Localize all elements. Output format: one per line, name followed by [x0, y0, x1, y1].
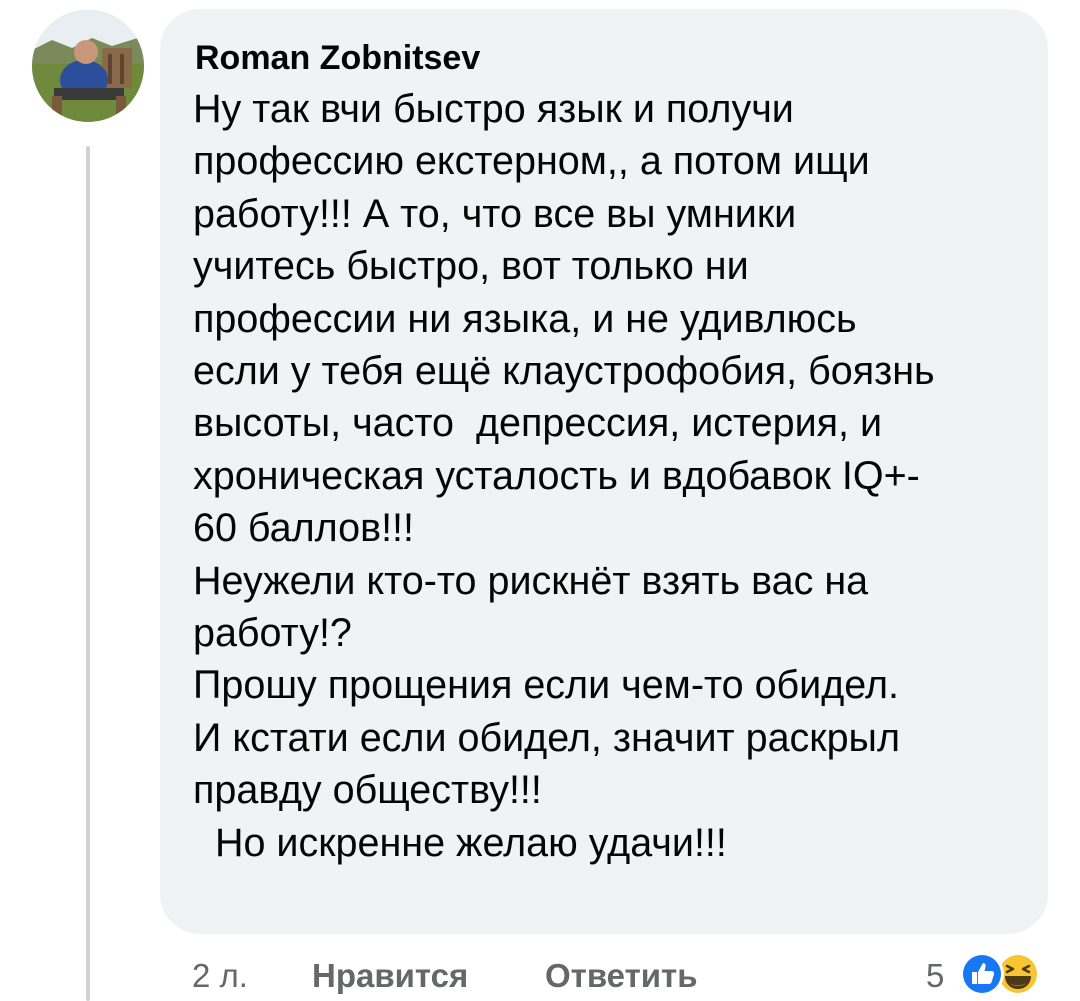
comment-line: Ну так вчи быстро язык и получи [193, 87, 794, 131]
comment-line: учитесь быстро, вот только ни [193, 244, 749, 289]
comment-line: хроническая усталость и вдобавок IQ+- [193, 453, 920, 498]
reaction-summary[interactable] [954, 950, 1054, 1000]
comment-text: Ну так вчи быстро язык и получи професси… [193, 83, 1033, 869]
comment-line: Но искренне желаю удачи!!! [193, 820, 727, 865]
avatar[interactable] [32, 10, 144, 122]
comment-line: правду обществу!!! [193, 768, 542, 813]
comment-line: работу!? [193, 611, 352, 656]
comment-bubble: Roman Zobnitsev Ну так вчи быстро язык и… [160, 9, 1048, 934]
like-icon [960, 952, 1004, 996]
comment-line: работу!!! А то, что все вы умники [193, 191, 797, 236]
avatar-photo [32, 10, 144, 122]
reaction-count[interactable]: 5 [926, 952, 944, 1000]
reply-button[interactable]: Ответить [545, 952, 698, 1000]
comment-line: 60 баллов!!! [193, 506, 415, 551]
like-button[interactable]: Нравится [312, 952, 468, 1000]
comment-thread: Roman Zobnitsev Ну так вчи быстро язык и… [0, 0, 1080, 1001]
comment-age[interactable]: 2 л. [192, 952, 248, 1000]
comment-line: профессии ни языка, и не удивлюсь [193, 296, 857, 341]
comment-actions: 2 л. Нравится Ответить 5 [0, 952, 1080, 1000]
comment-line: Неужели кто-то рискнёт взять вас на [193, 558, 869, 603]
comment-line: профессию екстерном,, а потом ищи [193, 139, 870, 184]
comment-line: И кстати если обидел, значит раскрыл [193, 715, 900, 760]
comment-line: высоты, часто депрессия, истерия, и [193, 401, 883, 446]
comment-author[interactable]: Roman Zobnitsev [195, 39, 480, 78]
comment-line: если у тебя ещё клаустрофобия, боязнь [193, 349, 935, 394]
comment-line: Прошу прощения если чем-то обидел. [193, 663, 899, 708]
thread-line [86, 146, 90, 1001]
